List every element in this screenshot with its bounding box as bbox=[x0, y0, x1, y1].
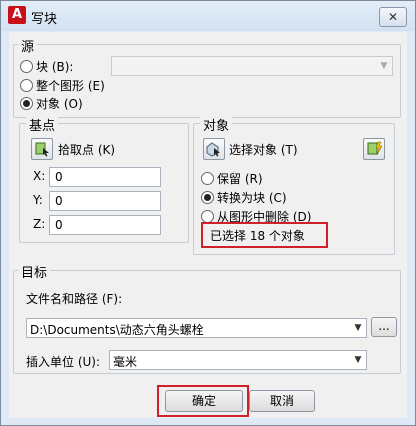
dialog-title: 写块 bbox=[31, 12, 58, 27]
write-block-dialog: A 写块 ✕ 源 块 (B): ▼ 整个图形 (E) 对象 (O) 基点 拾取点… bbox=[0, 0, 416, 426]
target-legend: 目标 bbox=[18, 262, 51, 281]
quick-select-icon bbox=[367, 141, 383, 156]
x-input[interactable]: 0 bbox=[49, 167, 161, 187]
radio-block-label: 块 (B): bbox=[36, 60, 74, 74]
select-objects-label: 选择对象 (T) bbox=[229, 143, 298, 157]
radio-block[interactable] bbox=[20, 60, 33, 73]
units-combo[interactable]: 毫米 ▼ bbox=[109, 350, 367, 370]
close-icon: ✕ bbox=[387, 10, 399, 24]
cancel-button[interactable]: 取消 bbox=[249, 390, 315, 412]
chevron-down-icon: ▼ bbox=[380, 61, 388, 71]
pick-point-icon bbox=[35, 142, 49, 157]
radio-objects[interactable] bbox=[20, 97, 33, 110]
path-combo[interactable]: D:\Documents\动态六角头螺栓 ▼ bbox=[26, 318, 367, 338]
radio-retain[interactable] bbox=[201, 172, 214, 185]
pick-point-button[interactable] bbox=[31, 138, 53, 160]
radio-whole-drawing[interactable] bbox=[20, 79, 33, 92]
selection-status: 已选择 18 个对象 bbox=[210, 229, 305, 243]
z-label: Z: bbox=[33, 217, 46, 231]
select-objects-button[interactable] bbox=[203, 138, 225, 160]
close-button[interactable]: ✕ bbox=[379, 7, 407, 27]
pick-point-label: 拾取点 (K) bbox=[58, 143, 116, 157]
autocad-logo-icon: A bbox=[8, 6, 26, 24]
chevron-down-icon: ▼ bbox=[354, 355, 362, 365]
radio-retain-label: 保留 (R) bbox=[217, 172, 263, 186]
block-name-combo[interactable]: ▼ bbox=[111, 56, 393, 76]
browse-button[interactable]: ... bbox=[371, 317, 397, 337]
title-bar: A 写块 ✕ bbox=[1, 1, 415, 31]
units-label: 插入单位 (U): bbox=[26, 355, 101, 369]
z-input[interactable]: 0 bbox=[49, 215, 161, 235]
quick-select-button[interactable] bbox=[363, 138, 385, 160]
path-label: 文件名和路径 (F): bbox=[26, 292, 123, 306]
chevron-down-icon: ▼ bbox=[354, 323, 362, 333]
radio-objects-label: 对象 (O) bbox=[36, 97, 83, 111]
radio-convert-to-block-label: 转换为块 (C) bbox=[217, 191, 287, 205]
y-input[interactable]: 0 bbox=[49, 191, 161, 211]
dialog-body: 源 块 (B): ▼ 整个图形 (E) 对象 (O) 基点 拾取点 (K) X:… bbox=[9, 32, 407, 418]
base-point-legend: 基点 bbox=[26, 115, 59, 134]
y-label: Y: bbox=[33, 193, 43, 207]
objects-legend: 对象 bbox=[200, 115, 233, 134]
select-objects-icon bbox=[206, 142, 220, 157]
x-label: X: bbox=[33, 169, 46, 183]
radio-convert-to-block[interactable] bbox=[201, 191, 214, 204]
ok-button[interactable]: 确定 bbox=[165, 390, 243, 412]
source-legend: 源 bbox=[18, 36, 38, 55]
radio-whole-drawing-label: 整个图形 (E) bbox=[36, 79, 105, 93]
